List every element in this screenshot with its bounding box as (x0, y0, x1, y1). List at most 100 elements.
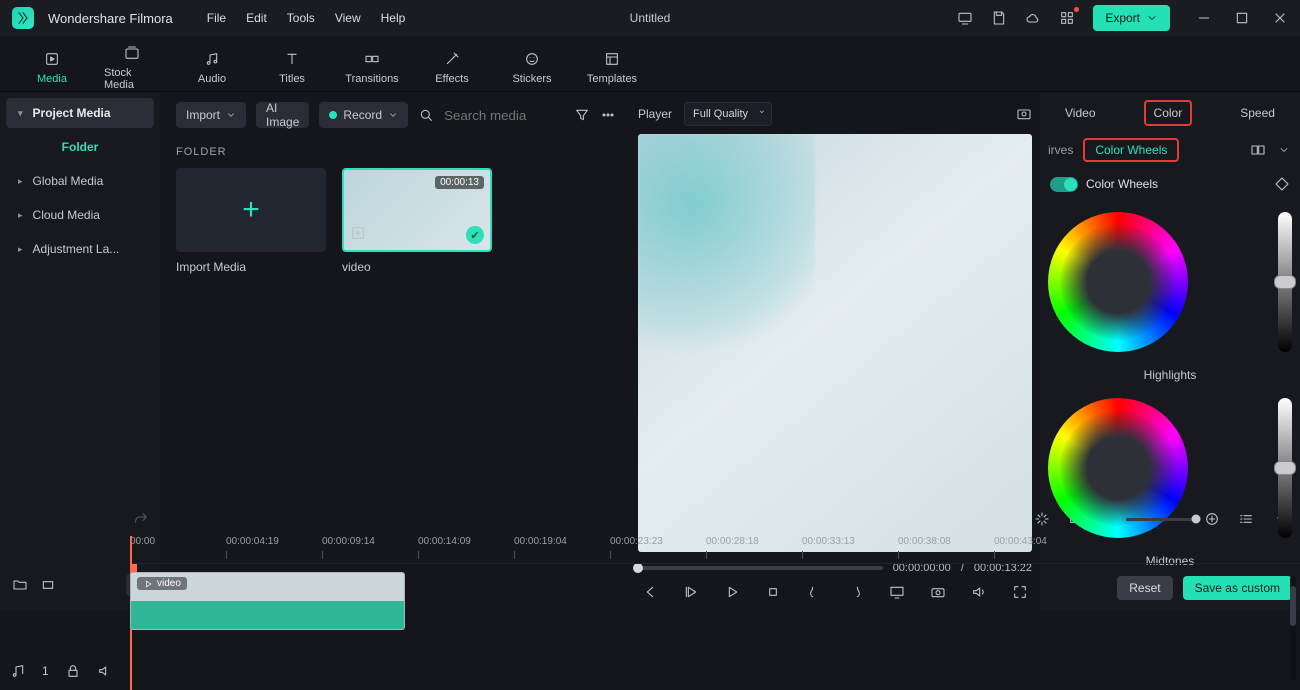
ruler-tick: 00:00:33:13 (802, 536, 855, 547)
titles-icon (284, 47, 300, 71)
title-bar: Wondershare Filmora File Edit Tools View… (0, 0, 1300, 36)
timeline-clip[interactable]: video (130, 572, 405, 630)
new-folder-icon[interactable] (12, 577, 28, 593)
highlights-slider[interactable] (1278, 212, 1292, 352)
insp-tab-video[interactable]: Video (1057, 102, 1103, 124)
tool-tabs: Media Stock Media Audio Titles Transitio… (0, 36, 1300, 92)
ruler-tick: 00:00:19:04 (514, 536, 567, 547)
menu-view[interactable]: View (335, 11, 361, 25)
sidebar-adjustment-layers[interactable]: ▸Adjustment La... (6, 234, 154, 264)
cloud-icon[interactable] (1025, 10, 1041, 26)
ruler-tick: 00:00:14:09 (418, 536, 471, 547)
check-icon: ✔ (466, 226, 484, 244)
minimize-icon[interactable] (1196, 10, 1212, 26)
close-icon[interactable] (1272, 10, 1288, 26)
ruler-tick: 00:00 (130, 536, 155, 547)
auto-icon[interactable] (1034, 511, 1050, 527)
subtab-color-wheels[interactable]: Color Wheels (1083, 138, 1179, 162)
import-button[interactable]: Import (176, 102, 246, 128)
search-icon (418, 107, 434, 123)
tab-audio[interactable]: Audio (184, 47, 240, 85)
folder-heading: FOLDER (176, 146, 614, 158)
menu-help[interactable]: Help (381, 11, 406, 25)
transitions-icon (364, 47, 380, 71)
chevron-right-icon: ▸ (18, 176, 23, 187)
import-media-tile[interactable]: + Import Media (176, 168, 326, 274)
ruler-tick: 00:00:28:18 (706, 536, 759, 547)
compare-icon[interactable] (1250, 142, 1266, 158)
ruler-tick: 00:00:43:04 (994, 536, 1047, 547)
tab-effects[interactable]: Effects (424, 47, 480, 85)
tab-templates[interactable]: Templates (584, 47, 640, 85)
timeline-vscroll[interactable] (1290, 576, 1296, 680)
highlights-wheel[interactable] (1048, 212, 1188, 352)
record-button[interactable]: Record (319, 102, 408, 128)
filter-icon[interactable] (574, 107, 590, 123)
audio-track-icon (10, 663, 26, 679)
ruler-tick: 00:00:09:14 (322, 536, 375, 547)
more-icon[interactable] (600, 107, 616, 123)
menu-file[interactable]: File (207, 11, 226, 25)
subtab-curves[interactable]: irves (1048, 143, 1073, 157)
tab-stickers[interactable]: Stickers (504, 47, 560, 85)
maximize-icon[interactable] (1234, 10, 1250, 26)
redo-icon[interactable] (133, 511, 149, 527)
midtones-slider[interactable] (1278, 398, 1292, 538)
color-wheels-toggle[interactable] (1050, 177, 1078, 192)
app-name: Wondershare Filmora (48, 11, 173, 26)
project-sidebar: ▾ Project Media Folder ▸Global Media ▸Cl… (0, 92, 160, 610)
ruler-tick: 00:00:38:08 (898, 536, 951, 547)
stickers-icon (524, 47, 540, 71)
audio-track-header[interactable]: 1 (10, 658, 120, 684)
ruler-tick: 00:00:04:19 (226, 536, 279, 547)
media-clip-tile[interactable]: 00:00:13 ✔ video (342, 168, 492, 274)
sidebar-global-media[interactable]: ▸Global Media (6, 166, 154, 196)
add-to-timeline-icon[interactable] (350, 225, 366, 244)
record-dot-icon (329, 111, 337, 119)
snapshot-icon[interactable] (1016, 106, 1032, 122)
save-icon[interactable] (991, 10, 1007, 26)
mute-icon[interactable] (97, 663, 113, 679)
clip-duration: 00:00:13 (435, 176, 484, 189)
preview-player: Player Full Quality 00:00:00:00 / 00:00:… (630, 92, 1040, 610)
document-title: Untitled (630, 11, 671, 25)
tab-transitions[interactable]: Transitions (344, 47, 400, 85)
search-input[interactable] (444, 108, 554, 123)
reset-section-icon[interactable] (1274, 176, 1290, 192)
chevron-down-icon[interactable] (1276, 142, 1292, 158)
zoom-in-icon[interactable] (1204, 511, 1220, 527)
ai-image-button[interactable]: AI Image (256, 102, 309, 128)
lock-icon[interactable] (65, 663, 81, 679)
bin-icon[interactable] (40, 577, 56, 593)
section-title: Color Wheels (1086, 177, 1158, 191)
stock-icon (124, 41, 140, 65)
apps-icon[interactable] (1059, 10, 1075, 26)
preview-area[interactable] (638, 134, 1032, 552)
timeline-tracks[interactable]: 00:00 00:00:04:19 00:00:09:14 00:00:14:09 00… (130, 536, 1300, 690)
sidebar-folder[interactable]: Folder (6, 132, 154, 162)
main-menu: File Edit Tools View Help (207, 11, 406, 25)
tab-media[interactable]: Media (24, 47, 80, 85)
chevron-down-icon: ▾ (18, 108, 23, 119)
menu-edit[interactable]: Edit (246, 11, 267, 25)
plus-icon: + (242, 193, 260, 227)
list-icon[interactable] (1238, 511, 1254, 527)
quality-select[interactable]: Full Quality (684, 102, 772, 126)
insp-tab-color[interactable]: Color (1144, 100, 1193, 126)
export-button[interactable]: Export (1093, 5, 1170, 31)
audio-icon (204, 47, 220, 71)
chevron-right-icon: ▸ (18, 244, 23, 255)
device-icon[interactable] (957, 10, 973, 26)
player-label: Player (638, 107, 672, 121)
media-icon (44, 47, 60, 71)
effects-icon (444, 47, 460, 71)
tab-titles[interactable]: Titles (264, 47, 320, 85)
insp-tab-speed[interactable]: Speed (1232, 102, 1283, 124)
menu-tools[interactable]: Tools (287, 11, 315, 25)
sidebar-project-media[interactable]: ▾ Project Media (6, 98, 154, 128)
chevron-right-icon: ▸ (18, 210, 23, 221)
sidebar-cloud-media[interactable]: ▸Cloud Media (6, 200, 154, 230)
timeline-ruler[interactable]: 00:00 00:00:04:19 00:00:09:14 00:00:14:09 00… (130, 536, 1300, 564)
tab-stock-media[interactable]: Stock Media (104, 41, 160, 91)
app-logo (12, 7, 34, 29)
